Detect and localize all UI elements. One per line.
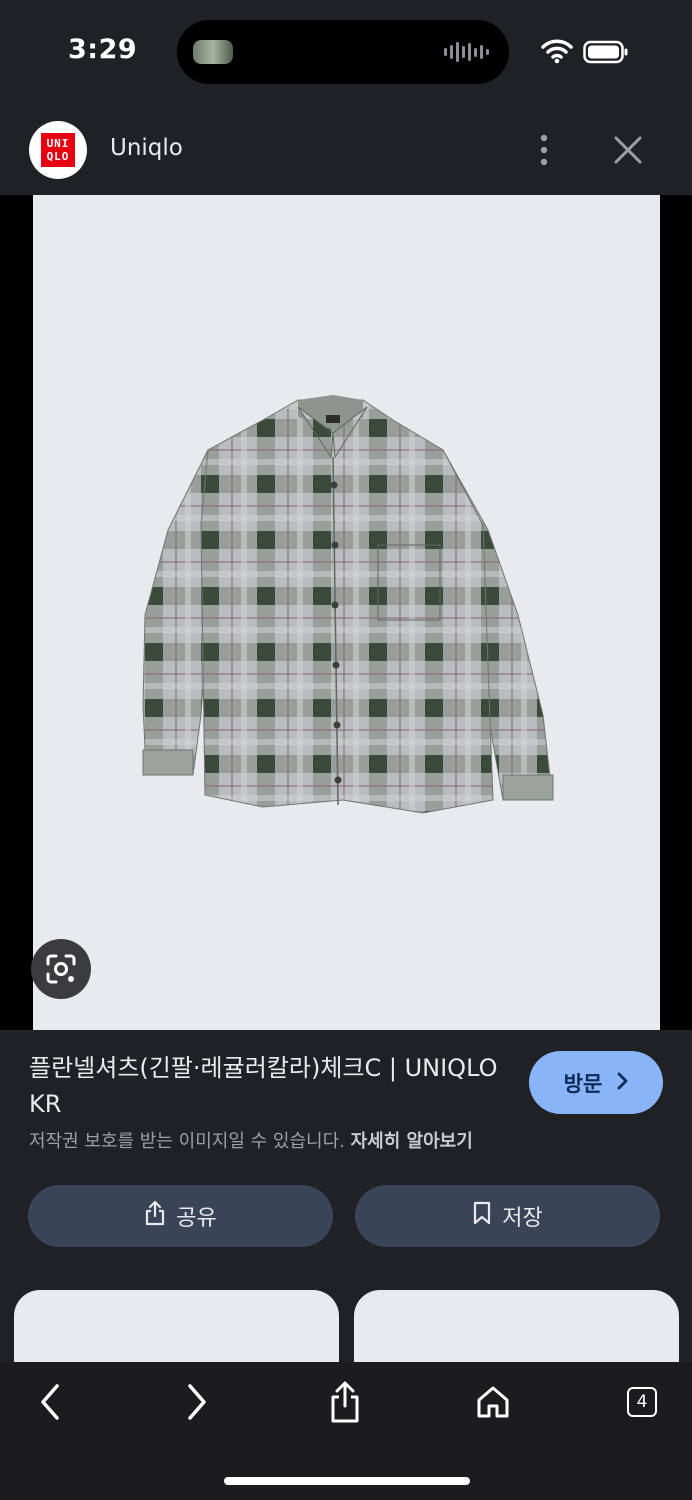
visit-button[interactable]: 방문 [529,1051,663,1114]
uniqlo-logo[interactable]: UNI QLO [29,121,87,179]
ios-share-icon[interactable] [321,1378,369,1426]
copyright-text: 저작권 보호를 받는 이미지일 수 있습니다. [29,1131,345,1152]
uniqlo-logo-mark: UNI QLO [41,133,75,167]
home-indicator[interactable] [224,1477,470,1485]
share-label: 공유 [176,1206,217,1231]
close-icon[interactable] [606,128,650,172]
share-button[interactable]: 공유 [28,1185,333,1247]
flannel-shirt-illustration [142,395,554,814]
google-lens-icon[interactable] [31,939,91,999]
product-image[interactable] [33,195,660,1030]
more-vert-icon[interactable] [528,130,560,170]
battery-icon [583,40,629,64]
now-playing-thumbnail [193,40,233,64]
tabs-icon[interactable]: 4 [618,1378,666,1426]
save-label: 저장 [502,1206,543,1231]
learn-more-link[interactable]: 자세히 알아보기 [351,1131,473,1152]
home-icon[interactable] [469,1378,517,1426]
audio-wave-icon [444,42,489,62]
status-time: 3:29 [68,34,138,65]
share-icon [144,1200,166,1232]
forward-icon[interactable] [173,1378,221,1426]
site-name[interactable]: Uniqlo [110,135,183,161]
result-title[interactable]: 플란넬셔츠(긴팔·레귤러칼라)체크C | UNIQLO KR [29,1050,499,1122]
save-button[interactable]: 저장 [355,1185,660,1247]
back-icon[interactable] [26,1378,74,1426]
bookmark-icon [472,1201,492,1231]
tab-count: 4 [627,1387,657,1417]
visit-label: 방문 [563,1071,603,1096]
logo-text-bottom: QLO [46,150,70,163]
wifi-icon [541,38,573,64]
copyright-notice: 저작권 보호를 받는 이미지일 수 있습니다. 자세히 알아보기 [29,1127,473,1153]
dynamic-island [177,20,509,84]
chevron-right-icon [616,1071,628,1095]
logo-text-top: UNI [46,137,70,150]
